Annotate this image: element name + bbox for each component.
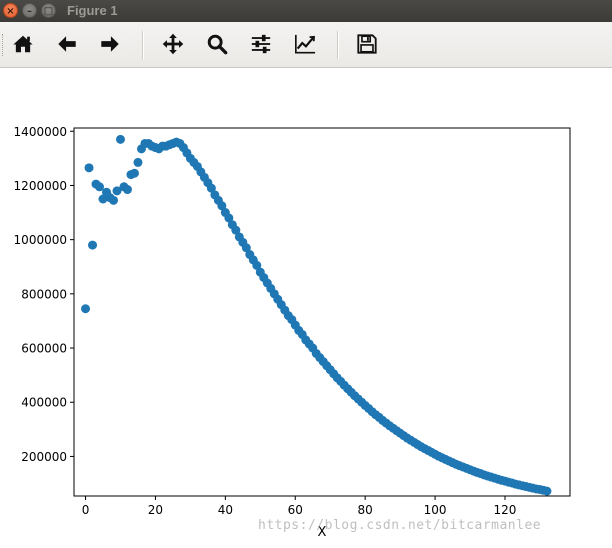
y-tick-label: 600000 (21, 342, 67, 356)
y-tick-label: 1200000 (14, 179, 67, 193)
figure-window: × – □ Figure 1 0 20 40 60 80 100 120 200… (0, 0, 612, 548)
home-button[interactable] (8, 29, 38, 59)
x-tick-label: 40 (218, 503, 233, 517)
toolbar-grip[interactable] (2, 34, 6, 56)
scatter-point (115, 134, 125, 144)
x-tick-label: 100 (424, 503, 447, 517)
window-title: Figure 1 (67, 3, 118, 18)
minimize-window-button[interactable]: – (22, 3, 37, 18)
pan-button[interactable] (158, 29, 188, 59)
forward-button[interactable] (95, 29, 125, 59)
subplots-button[interactable] (246, 29, 276, 59)
scatter-point (129, 168, 139, 178)
toolbar-separator (142, 31, 144, 59)
x-tick-label: 120 (494, 503, 517, 517)
arrow-right-icon (101, 36, 119, 52)
line-chart-icon (295, 34, 316, 54)
zoom-button[interactable] (202, 29, 232, 59)
y-tick-label: 800000 (21, 287, 67, 301)
y-tick-label: 400000 (21, 396, 67, 410)
back-button[interactable] (52, 29, 82, 59)
scatter-point (133, 157, 143, 167)
scatter-point (542, 486, 552, 496)
title-bar: × – □ Figure 1 (0, 0, 612, 22)
maximize-window-button[interactable]: □ (41, 3, 56, 18)
home-icon (13, 35, 33, 53)
y-tick-label: 200000 (21, 450, 67, 464)
x-tick-label: 20 (148, 503, 163, 517)
toolbar-separator (337, 31, 339, 59)
scatter-point (81, 304, 91, 314)
y-tick-label: 1000000 (14, 233, 67, 247)
x-tick-label: 60 (288, 503, 303, 517)
floppy-disk-icon (357, 34, 377, 54)
sliders-icon (251, 34, 271, 54)
edit-axes-button[interactable] (290, 29, 320, 59)
magnifier-icon (207, 34, 228, 55)
scatter-point (122, 185, 132, 195)
scatter-chart: 0 20 40 60 80 100 120 200000 400000 600000 800000… (0, 69, 612, 548)
save-button[interactable] (352, 29, 382, 59)
scatter-point (109, 195, 118, 205)
navigation-toolbar (0, 22, 612, 68)
watermark: https://blog.csdn.net/bitcarmanlee (258, 518, 542, 533)
close-window-button[interactable]: × (3, 3, 18, 18)
x-tick-label: 80 (358, 503, 373, 517)
x-tick-label: 0 (82, 503, 90, 517)
y-tick-label: 1400000 (14, 125, 67, 139)
move-icon (162, 33, 184, 55)
plot-canvas[interactable]: 0 20 40 60 80 100 120 200000 400000 600000 800000… (0, 69, 612, 548)
arrow-left-icon (58, 36, 76, 52)
scatter-point (84, 163, 94, 173)
figure-background (0, 69, 612, 548)
scatter-point (88, 240, 98, 250)
